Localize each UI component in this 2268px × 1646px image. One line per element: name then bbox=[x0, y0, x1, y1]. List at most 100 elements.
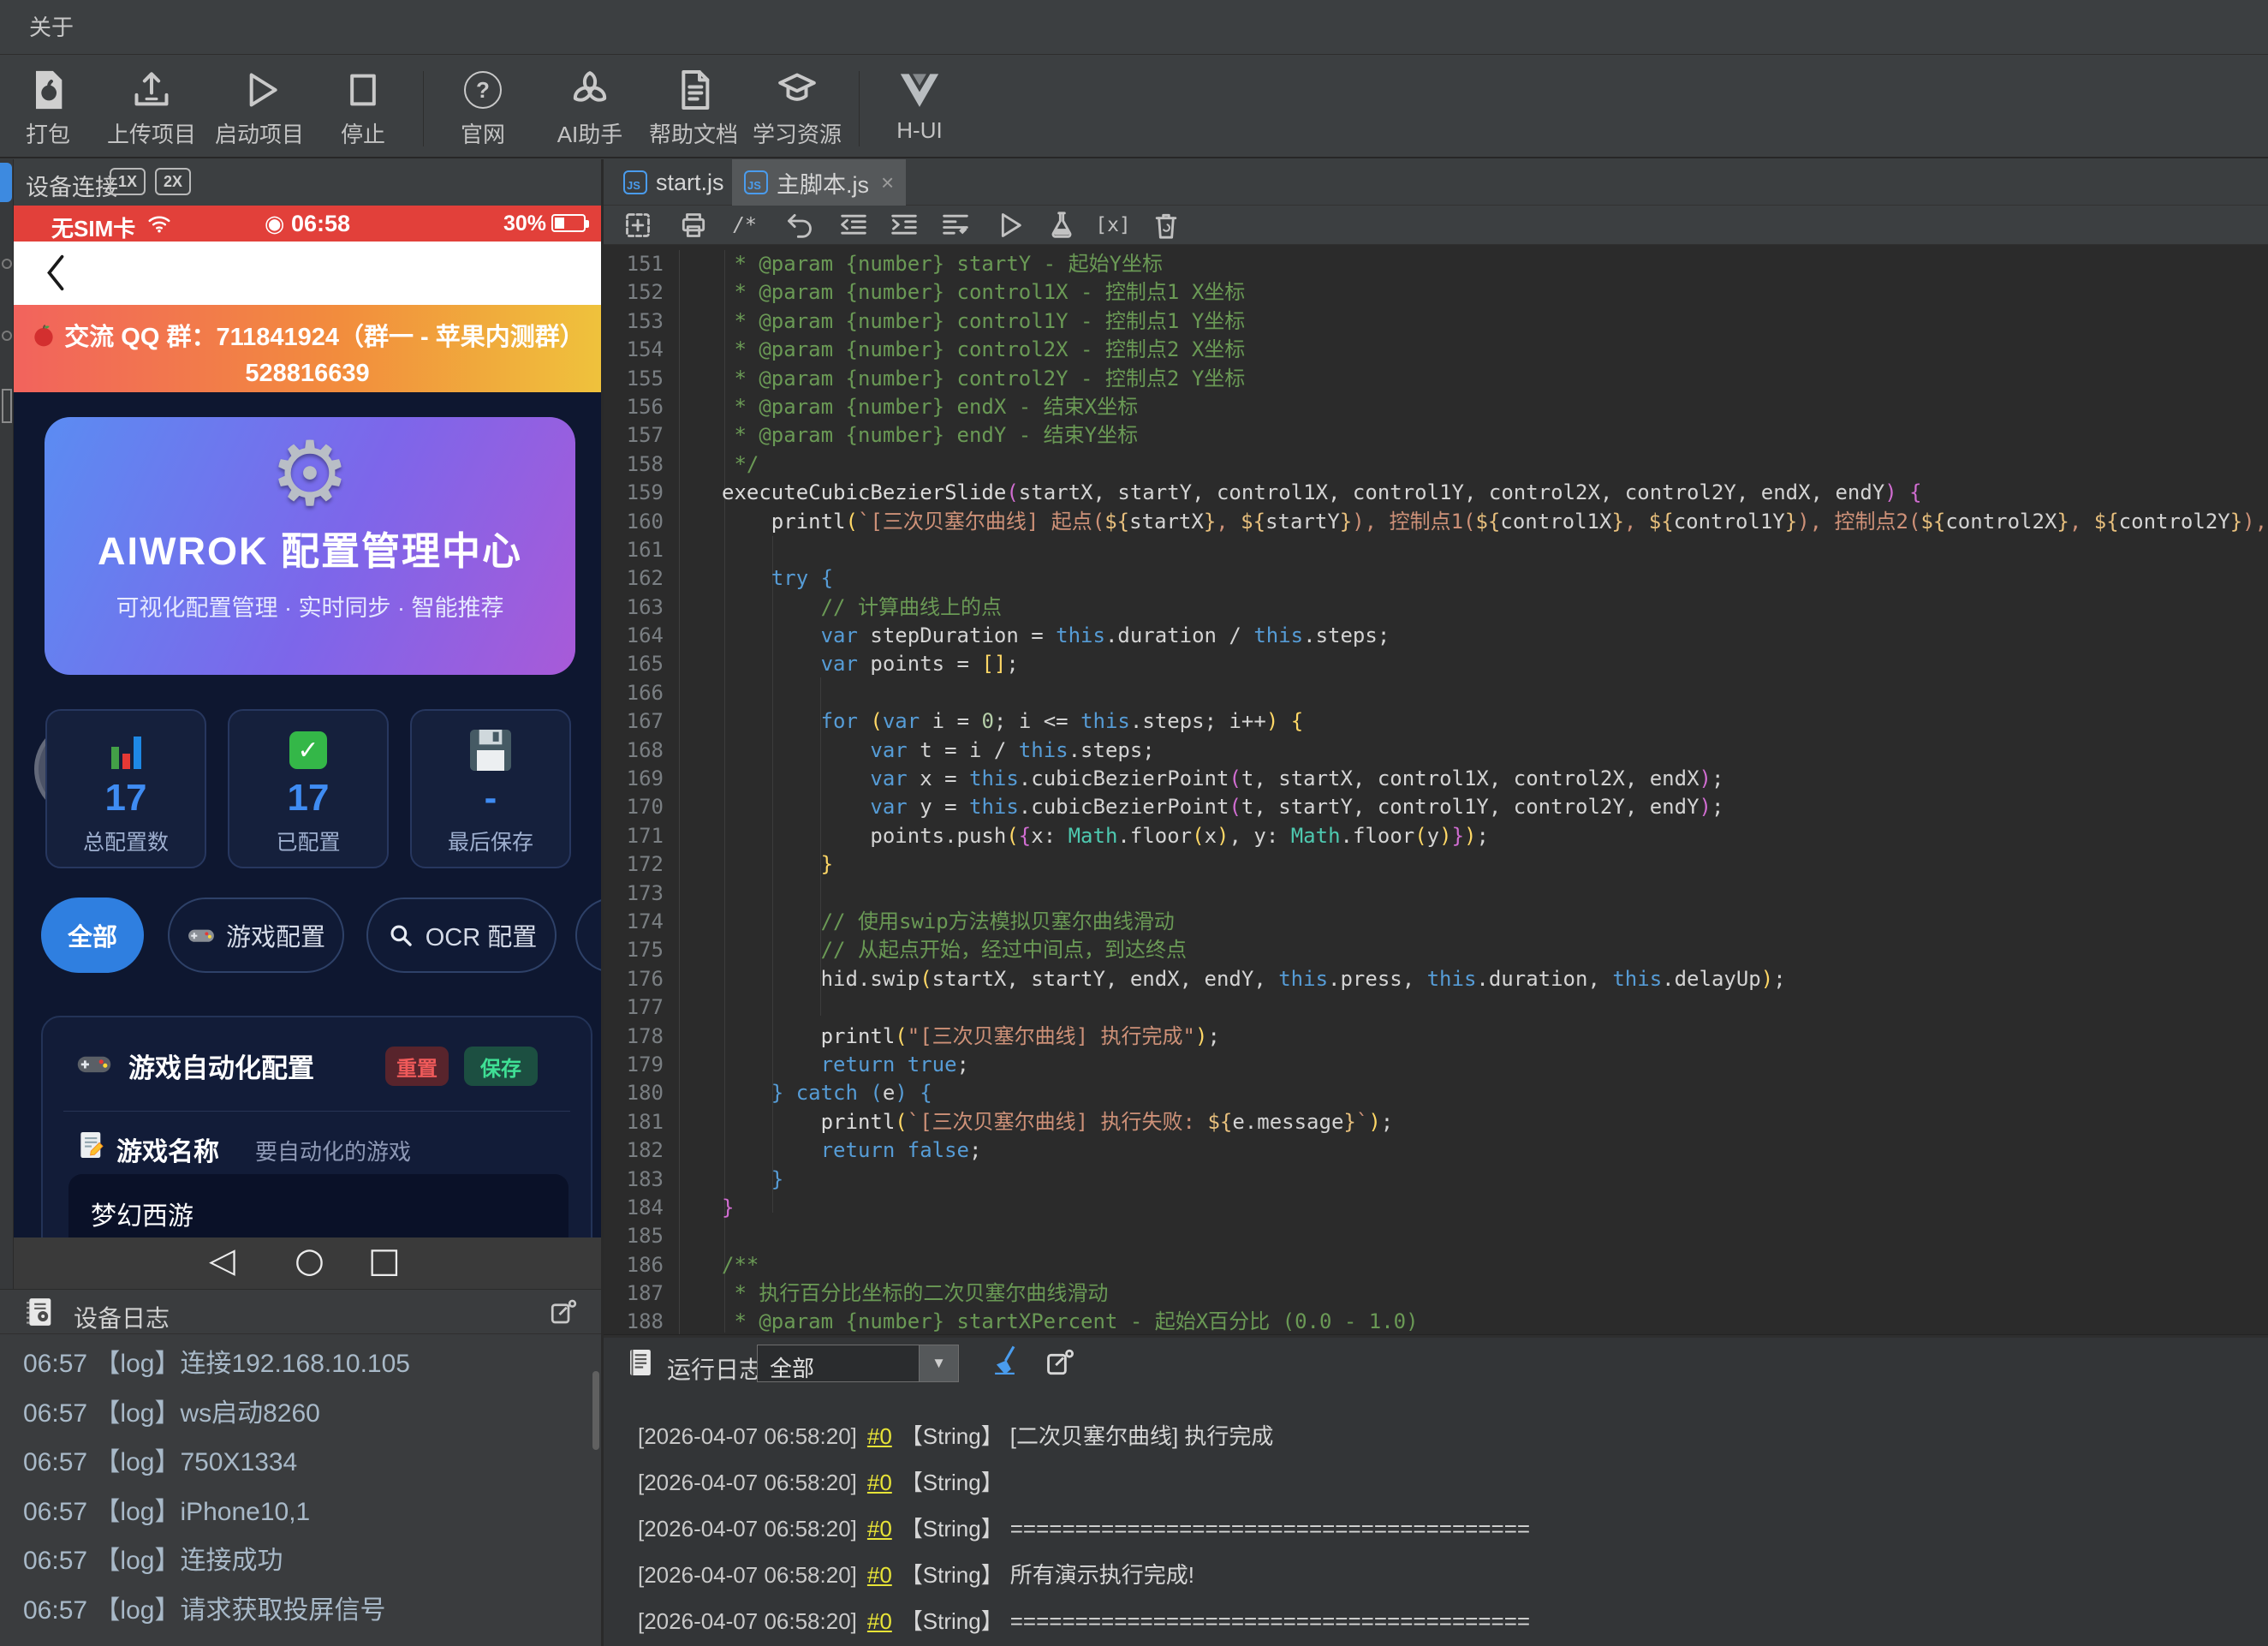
line-number: 180 bbox=[604, 1079, 680, 1107]
toolbar-openai-button[interactable]: AI助手 bbox=[537, 66, 643, 152]
code-line: 165 var points = []; bbox=[604, 650, 2268, 678]
line-number: 162 bbox=[604, 564, 680, 593]
editor-print-button[interactable] bbox=[675, 208, 712, 242]
filter-chip-all[interactable]: 全部 bbox=[41, 898, 144, 973]
run-log-filter-value: 全部 bbox=[770, 1351, 814, 1383]
code-line: 161 bbox=[604, 536, 2268, 564]
editor-indent-button[interactable] bbox=[885, 208, 923, 242]
run-log-panel[interactable]: 运行日志 全部 ▼ [2026-04-07 06:58:20]#0【String… bbox=[604, 1338, 2268, 1646]
print-icon bbox=[675, 208, 712, 242]
log-ref-link[interactable]: #0 bbox=[867, 1470, 892, 1495]
chevron-down-icon[interactable]: ▼ bbox=[919, 1345, 958, 1381]
toolbar-docs-button[interactable]: 帮助文档 bbox=[640, 66, 747, 152]
code-line: 174 // 使用swip方法模拟贝塞尔曲线滑动 bbox=[604, 908, 2268, 936]
device-panel-title: 设备连接 bbox=[26, 169, 118, 202]
line-number: 181 bbox=[604, 1108, 680, 1136]
editor-trash-button[interactable] bbox=[1147, 208, 1185, 242]
filter-chip-ocr[interactable]: OCR 配置 bbox=[366, 898, 557, 973]
run-log-filter-select[interactable]: 全部 ▼ bbox=[757, 1345, 959, 1382]
toolbar-hui-button[interactable]: H-UI bbox=[866, 66, 973, 152]
code-line: 160 printl(`[三次贝塞尔曲线] 起点(${startX}, ${st… bbox=[604, 508, 2268, 536]
android-nav-bar: ◁ ○ □ bbox=[14, 1237, 601, 1289]
menu-about[interactable]: 关于 bbox=[21, 0, 82, 55]
editor-tabbar: JSstart.js×JS主脚本.js× bbox=[604, 159, 2268, 206]
editor-comment-button[interactable]: /* bbox=[726, 208, 764, 242]
phone-app-header bbox=[14, 242, 601, 305]
toolbar-upload-button[interactable]: 上传项目 bbox=[98, 66, 205, 152]
hero-subtitle: 可视化配置管理 · 实时同步 · 智能推荐 bbox=[45, 589, 575, 623]
code-lines: 151 * @param {number} startY - 起始Y坐标152 … bbox=[604, 250, 2268, 1334]
rail-icon[interactable] bbox=[2, 259, 12, 269]
line-number: 161 bbox=[604, 536, 680, 564]
log-ref-link[interactable]: #0 bbox=[867, 1423, 892, 1449]
toolbar-stop-button[interactable]: 停止 bbox=[310, 66, 416, 152]
scale-2x-button[interactable]: 2X bbox=[155, 168, 191, 195]
gamepad-icon bbox=[187, 921, 216, 950]
log-ref-link[interactable]: #0 bbox=[867, 1608, 892, 1634]
toolbar-play-button[interactable]: 启动项目 bbox=[206, 66, 313, 152]
toolbar-help-button[interactable]: ?官网 bbox=[430, 66, 536, 152]
run-log-entry: [2026-04-07 06:58:20]#0【String】所有演示执行完成! bbox=[638, 1552, 2251, 1598]
line-number: 178 bbox=[604, 1023, 680, 1051]
editor-flask-button[interactable] bbox=[1043, 208, 1080, 242]
back-icon[interactable] bbox=[43, 253, 68, 293]
check-icon: ✓ bbox=[229, 723, 387, 778]
tab-主脚本.js[interactable]: JS主脚本.js× bbox=[732, 159, 906, 206]
filter-chip-game[interactable]: 游戏配置 bbox=[168, 898, 344, 973]
device-log-entry: 06:57 【log】750X1334 bbox=[23, 1438, 587, 1488]
editor-format-button[interactable] bbox=[937, 208, 974, 242]
editor-new-file-button[interactable] bbox=[619, 208, 657, 242]
editor-run-button[interactable] bbox=[990, 208, 1027, 242]
stat-card: ✓17已配置 bbox=[228, 709, 389, 868]
device-log-popout-icon[interactable] bbox=[548, 1297, 579, 1327]
run-log-entry: [2026-04-07 06:58:20]#0【String】[二次贝塞尔曲线]… bbox=[638, 1413, 2251, 1459]
code-area[interactable]: 151 * @param {number} startY - 起始Y坐标152 … bbox=[604, 245, 2268, 1334]
line-number: 172 bbox=[604, 850, 680, 879]
editor-outdent-button[interactable] bbox=[835, 208, 872, 242]
rail-icon[interactable] bbox=[2, 331, 12, 341]
log-ref-link[interactable]: #0 bbox=[867, 1562, 892, 1588]
device-log-entry: 06:57 【log】连接192.168.10.105 bbox=[23, 1339, 587, 1389]
battery-percent: 30% bbox=[503, 212, 546, 236]
docs-icon bbox=[640, 66, 747, 114]
nav-home-icon[interactable]: ○ bbox=[295, 1241, 324, 1280]
reset-button[interactable]: 重置 bbox=[385, 1047, 449, 1086]
line-number: 187 bbox=[604, 1279, 680, 1308]
toolbar-package-button[interactable]: 打包 bbox=[0, 66, 101, 152]
indent-icon bbox=[885, 208, 923, 242]
scale-1x-button[interactable]: 1X bbox=[110, 168, 146, 195]
filter-chip-partial[interactable] bbox=[575, 898, 601, 973]
toolbar-learn-button[interactable]: 学习资源 bbox=[744, 66, 850, 152]
run-icon bbox=[990, 208, 1027, 242]
nav-recent-icon[interactable]: □ bbox=[368, 1241, 401, 1280]
gear-icon: ⚙ bbox=[45, 429, 575, 518]
code-line: 164 var stepDuration = this.duration / t… bbox=[604, 622, 2268, 650]
code-line: 166 bbox=[604, 679, 2268, 707]
rail-device-badge[interactable] bbox=[0, 163, 12, 202]
clear-log-broom-icon[interactable] bbox=[990, 1343, 1026, 1381]
rail-icon[interactable] bbox=[2, 389, 12, 423]
hero-title: AIWROK 配置管理中心 bbox=[45, 520, 575, 576]
run-log-popout-icon[interactable] bbox=[1044, 1346, 1076, 1379]
code-line: 167 for (var i = 0; i <= this.steps; i++… bbox=[604, 707, 2268, 736]
line-number: 167 bbox=[604, 707, 680, 736]
device-log-entry: 06:57 【log】ws启动8260 bbox=[23, 1389, 587, 1439]
device-log-panel[interactable]: 设备日志 06:57 【log】连接192.168.10.10506:57 【l… bbox=[0, 1289, 601, 1646]
editor-variables-button[interactable]: [x] bbox=[1094, 208, 1132, 242]
line-number: 171 bbox=[604, 822, 680, 850]
code-line: 172 } bbox=[604, 850, 2268, 879]
log-ref-link[interactable]: #0 bbox=[867, 1516, 892, 1542]
nav-back-icon[interactable]: ◁ bbox=[209, 1241, 235, 1280]
code-line: 156 * @param {number} endX - 结束X坐标 bbox=[604, 393, 2268, 421]
line-number: 175 bbox=[604, 936, 680, 964]
save-button[interactable]: 保存 bbox=[464, 1047, 538, 1086]
device-panel-header: 设备连接 1X 2X bbox=[14, 159, 601, 206]
close-icon[interactable]: × bbox=[881, 170, 894, 196]
new-file-icon bbox=[619, 208, 657, 242]
stat-label: 最后保存 bbox=[412, 826, 569, 856]
device-log-scrollbar[interactable] bbox=[592, 1371, 599, 1450]
phone-mirror[interactable]: 无SIM卡 ◉ 06:58 30% 交流 QQ 群：711841924（群一 -… bbox=[14, 206, 601, 1289]
chip-label: OCR 配置 bbox=[426, 917, 538, 953]
editor-undo-button[interactable] bbox=[781, 208, 819, 242]
device-log-title: 设备日志 bbox=[74, 1300, 170, 1334]
